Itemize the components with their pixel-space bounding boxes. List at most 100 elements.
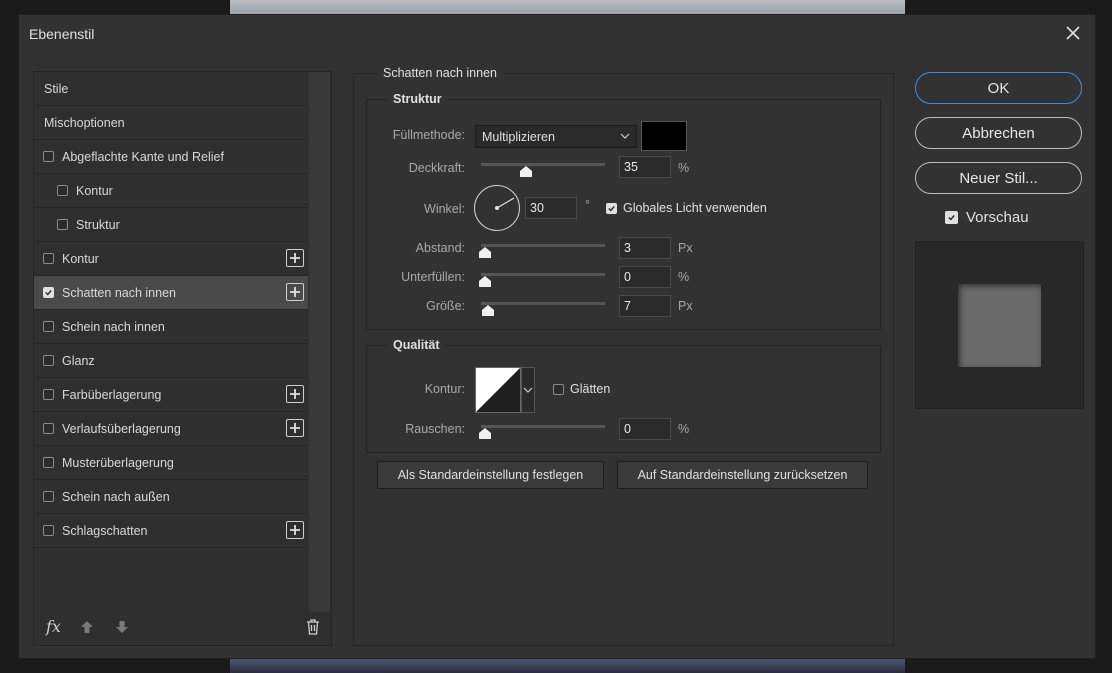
style-checkbox[interactable] <box>43 423 54 434</box>
angle-input[interactable]: 30 <box>525 197 577 219</box>
contour-dropdown[interactable] <box>521 367 535 413</box>
style-item-musterüberlagerung[interactable]: Musterüberlagerung <box>34 446 308 480</box>
style-item-mischoptionen[interactable]: Mischoptionen <box>34 106 308 140</box>
style-item-label: Kontur <box>76 183 113 198</box>
opacity-unit: % <box>678 161 690 175</box>
title-bar: Ebenenstil <box>19 15 1095 53</box>
close-icon[interactable] <box>1063 23 1083 43</box>
distance-slider-track <box>481 244 605 247</box>
style-item-kontur-sub[interactable]: Kontur <box>34 174 308 208</box>
preview-thumbnail <box>958 284 1041 367</box>
add-style-icon[interactable] <box>286 521 304 539</box>
style-checkbox[interactable] <box>43 525 54 536</box>
style-checkbox[interactable] <box>43 253 54 264</box>
style-item-label: Mischoptionen <box>44 115 125 130</box>
global-light-check-icon <box>606 202 617 214</box>
new-style-button[interactable]: Neuer Stil... <box>915 162 1082 194</box>
distance-label: Abstand: <box>415 241 465 255</box>
style-item-schein-nach-innen[interactable]: Schein nach innen <box>34 310 308 344</box>
style-item-label: Verlaufsüberlagerung <box>62 421 181 436</box>
style-item-stile[interactable]: Stile <box>34 72 308 106</box>
noise-input[interactable]: 0 <box>619 418 671 440</box>
opacity-label: Deckkraft: <box>408 161 465 175</box>
style-checkbox[interactable] <box>43 389 54 400</box>
chevron-down-icon <box>523 387 533 393</box>
style-item-kontur[interactable]: Kontur <box>34 242 308 276</box>
size-slider[interactable] <box>481 298 607 316</box>
styles-panel: Stile Mischoptionen Abgeflachte Kante und … <box>33 71 332 646</box>
add-style-icon[interactable] <box>286 419 304 437</box>
style-checkbox[interactable] <box>43 355 54 366</box>
trash-icon[interactable] <box>305 618 321 636</box>
quality-title: Qualität <box>387 338 446 352</box>
style-item-label: Abgeflachte Kante und Relief <box>62 149 224 164</box>
angle-dial-needle <box>495 197 515 210</box>
style-item-farbüberlagerung[interactable]: Farbüberlagerung <box>34 378 308 412</box>
style-item-label: Kontur <box>62 251 99 266</box>
angle-unit: ° <box>585 198 590 212</box>
style-item-schatten-nach-innen[interactable]: Schatten nach innen <box>34 276 308 310</box>
choke-slider-track <box>481 273 605 276</box>
preview-checkbox[interactable]: Vorschau <box>945 209 1029 226</box>
choke-unit: % <box>678 270 690 284</box>
blend-mode-value: Multiplizieren <box>482 129 555 144</box>
style-item-label: Schein nach innen <box>62 319 165 334</box>
contour-preview[interactable] <box>475 367 521 413</box>
reset-default-button[interactable]: Auf Standardeinstellung zurücksetzen <box>617 461 868 489</box>
add-style-icon[interactable] <box>286 385 304 403</box>
style-item-schein-nach-außen[interactable]: Schein nach außen <box>34 480 308 514</box>
antialias-check-icon <box>553 383 564 395</box>
style-item-verlaufsüberlagerung[interactable]: Verlaufsüberlagerung <box>34 412 308 446</box>
preview-label: Vorschau <box>966 209 1029 226</box>
choke-label: Unterfüllen: <box>401 270 465 284</box>
style-item-label: Struktur <box>76 217 120 232</box>
shadow-color-swatch[interactable] <box>641 121 687 151</box>
opacity-slider[interactable] <box>481 159 607 177</box>
make-default-button[interactable]: Als Standardeinstellung festlegen <box>377 461 604 489</box>
distance-slider[interactable] <box>479 240 607 258</box>
style-item-abgeflachte-kante-und-relief[interactable]: Abgeflachte Kante und Relief <box>34 140 308 174</box>
size-slider-thumb[interactable] <box>482 305 495 316</box>
style-checkbox[interactable] <box>43 151 54 162</box>
style-checkbox[interactable] <box>57 219 68 230</box>
size-input[interactable]: 7 <box>619 295 671 317</box>
inner-shadow-title: Schatten nach innen <box>377 66 503 80</box>
style-checkbox[interactable] <box>43 321 54 332</box>
style-checkbox[interactable] <box>43 457 54 468</box>
opacity-slider-thumb[interactable] <box>519 166 532 177</box>
noise-slider-thumb[interactable] <box>479 428 491 439</box>
angle-dial[interactable] <box>474 185 520 231</box>
move-up-icon[interactable] <box>79 619 95 635</box>
style-item-schlagschatten[interactable]: Schlagschatten <box>34 514 308 548</box>
style-checkbox[interactable] <box>57 185 68 196</box>
choke-input[interactable]: 0 <box>619 266 671 288</box>
add-style-icon[interactable] <box>286 283 304 301</box>
style-item-struktur-sub[interactable]: Struktur <box>34 208 308 242</box>
chevron-down-icon <box>620 133 630 139</box>
global-light-label: Globales Licht verwenden <box>623 201 767 215</box>
fx-menu-button[interactable]: fx <box>46 617 61 636</box>
distance-slider-thumb[interactable] <box>479 247 491 258</box>
blend-mode-select[interactable]: Multiplizieren <box>475 125 637 148</box>
structure-title: Struktur <box>387 92 448 106</box>
move-down-icon[interactable] <box>114 619 130 635</box>
size-slider-track <box>481 302 605 305</box>
style-checkbox[interactable] <box>43 491 54 502</box>
opacity-input[interactable]: 35 <box>619 156 671 178</box>
distance-input[interactable]: 3 <box>619 237 671 259</box>
preview-check-icon <box>945 211 958 224</box>
dialog-title: Ebenenstil <box>29 26 95 42</box>
cancel-button[interactable]: Abbrechen <box>915 117 1082 149</box>
style-item-label: Schein nach außen <box>62 489 170 504</box>
style-item-glanz[interactable]: Glanz <box>34 344 308 378</box>
ok-button[interactable]: OK <box>915 72 1082 104</box>
style-item-label: Schlagschatten <box>62 523 148 538</box>
global-light-checkbox[interactable]: Globales Licht verwenden <box>606 201 767 215</box>
noise-slider[interactable] <box>479 421 607 439</box>
choke-slider-thumb[interactable] <box>479 276 491 287</box>
styles-scrollbar[interactable] <box>309 72 330 612</box>
choke-slider[interactable] <box>479 269 607 287</box>
style-checkbox[interactable] <box>43 287 54 298</box>
add-style-icon[interactable] <box>286 249 304 267</box>
antialias-checkbox[interactable]: Glätten <box>553 382 610 396</box>
